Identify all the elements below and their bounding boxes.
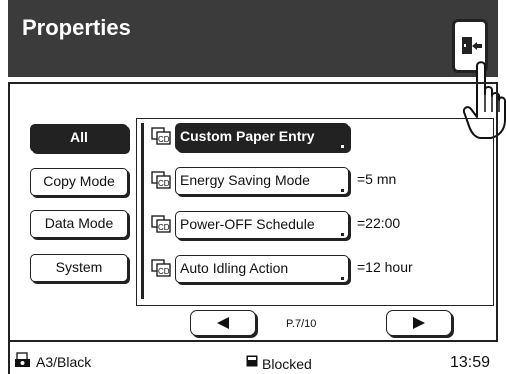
blocked-status: Blocked [262, 356, 312, 372]
auto-idling-action-button[interactable]: Auto Idling Action [175, 255, 349, 283]
paper-tray-icon [15, 352, 30, 367]
status-bar: A3/Black Blocked 13:59 [8, 342, 498, 374]
setting-label: Auto Idling Action [180, 260, 289, 276]
setting-value: =12 hour [357, 259, 413, 275]
category-system-button[interactable]: System [30, 254, 128, 282]
category-data-mode-button[interactable]: Data Mode [30, 210, 128, 238]
setting-label: Custom Paper Entry [180, 128, 315, 144]
title-bar: Properties [8, 0, 498, 77]
blocked-icon [246, 355, 258, 367]
triangle-right-icon [413, 317, 425, 329]
corner-dot [341, 277, 344, 280]
setting-value: =22:00 [357, 215, 401, 231]
custom-paper-entry-button[interactable]: Custom Paper Entry [175, 123, 349, 151]
setting-label: Energy Saving Mode [180, 172, 310, 188]
corner-dot [341, 233, 344, 236]
power-off-schedule-button[interactable]: Power-OFF Schedule [175, 211, 349, 239]
svg-text:CD: CD [158, 179, 170, 188]
energy-saving-mode-button[interactable]: Energy Saving Mode [175, 167, 349, 195]
setting-value: =5 mn [357, 171, 397, 187]
clock: 13:59 [449, 354, 490, 371]
svg-text:CD: CD [158, 223, 170, 232]
exit-door-icon [462, 37, 482, 54]
setting-label: Power-OFF Schedule [180, 216, 315, 232]
copy-data-icon: CD [151, 259, 171, 277]
svg-text:CD: CD [158, 135, 170, 144]
copy-data-icon: CD [151, 215, 171, 233]
triangle-left-icon [217, 317, 229, 329]
category-copy-mode-button[interactable]: Copy Mode [30, 168, 128, 196]
previous-page-button[interactable] [190, 310, 256, 336]
corner-dot [341, 189, 344, 192]
svg-text:CD: CD [158, 267, 170, 276]
copy-data-icon: CD [151, 127, 171, 145]
next-page-button[interactable] [386, 310, 452, 336]
settings-panel: All Copy Mode Data Mode System CD Custom… [8, 82, 498, 342]
list-divider [141, 123, 144, 299]
page-indicator: P.7/10 [286, 318, 317, 330]
category-all-button[interactable]: All [30, 124, 128, 152]
page-title: Properties [22, 15, 131, 40]
paper-status: A3/Black [36, 354, 92, 370]
copy-data-icon: CD [151, 171, 171, 189]
corner-dot [341, 145, 344, 148]
properties-screen: Properties All Copy Mode Data Mode Syste… [8, 0, 506, 374]
settings-list: CD Custom Paper Entry CD Energy Saving M… [136, 118, 494, 306]
